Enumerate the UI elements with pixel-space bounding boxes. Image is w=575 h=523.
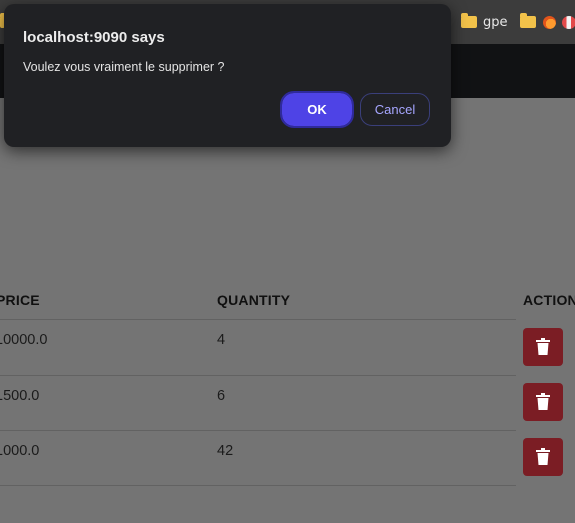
extensions bbox=[543, 13, 575, 31]
row-divider bbox=[0, 319, 516, 320]
ok-button[interactable]: OK bbox=[280, 91, 354, 128]
trash-icon bbox=[536, 393, 550, 410]
delete-button[interactable] bbox=[523, 383, 563, 421]
cell-price: 10000.0 bbox=[0, 332, 48, 348]
cell-quantity: 4 bbox=[217, 332, 226, 348]
row-divider bbox=[0, 485, 516, 486]
header-price: PRICE bbox=[0, 292, 40, 308]
header-quantity: QUANTITY bbox=[217, 292, 291, 308]
folder-icon bbox=[461, 13, 477, 28]
delete-button[interactable] bbox=[523, 438, 563, 476]
dialog-title: localhost:9090 says bbox=[23, 29, 165, 46]
bookmark-folder-2[interactable] bbox=[520, 13, 536, 31]
bookmark-folder-gpe[interactable]: gpe bbox=[461, 13, 508, 31]
row-divider bbox=[0, 430, 516, 431]
trash-icon bbox=[536, 338, 550, 355]
firefox-icon[interactable] bbox=[543, 15, 556, 29]
confirm-dialog: localhost:9090 says Voulez vous vraiment… bbox=[4, 4, 451, 147]
cell-price: 1000.0 bbox=[0, 443, 40, 459]
folder-icon bbox=[520, 13, 536, 28]
delete-button[interactable] bbox=[523, 328, 563, 366]
cell-price: 1500.0 bbox=[0, 388, 40, 404]
row-divider bbox=[0, 375, 516, 376]
cell-quantity: 42 bbox=[217, 443, 234, 459]
cell-quantity: 6 bbox=[217, 388, 226, 404]
cancel-button[interactable]: Cancel bbox=[360, 93, 430, 126]
palette-icon[interactable] bbox=[562, 15, 575, 29]
dialog-message: Voulez vous vraiment le supprimer ? bbox=[23, 60, 225, 74]
trash-icon bbox=[536, 448, 550, 465]
header-actions: ACTIONS bbox=[523, 292, 575, 308]
bookmark-label: gpe bbox=[483, 14, 508, 30]
